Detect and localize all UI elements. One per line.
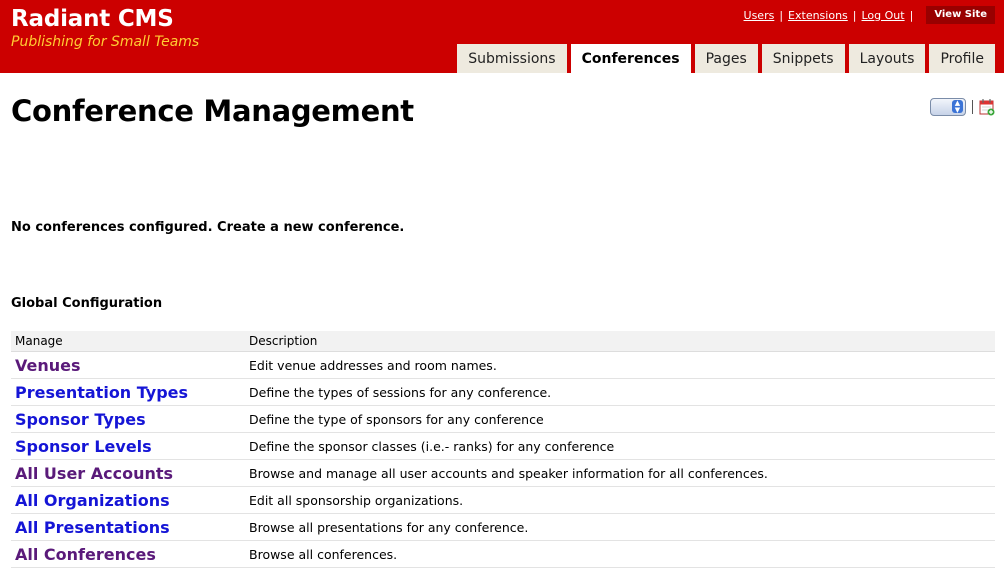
- sponsor-levels-link[interactable]: Sponsor Levels: [15, 437, 152, 456]
- table-row: All User Accounts Browse and manage all …: [11, 459, 995, 487]
- row-description: Define the type of sponsors for any conf…: [245, 405, 995, 433]
- logout-link[interactable]: Log Out: [862, 9, 905, 22]
- all-presentations-link[interactable]: All Presentations: [15, 518, 170, 537]
- tab-label: Pages: [705, 50, 747, 67]
- tab-label: Snippets: [772, 50, 834, 67]
- column-header-manage: Manage: [11, 331, 245, 352]
- all-user-accounts-link[interactable]: All User Accounts: [15, 464, 173, 483]
- tab-label: Layouts: [859, 50, 915, 67]
- tab-label: Submissions: [468, 50, 556, 67]
- calendar-add-icon[interactable]: [979, 98, 995, 116]
- table-row: Presentation Types Define the types of s…: [11, 378, 995, 406]
- divider: [972, 100, 973, 114]
- separator: |: [852, 8, 857, 22]
- config-table: Manage Description Venues Edit venue add…: [11, 331, 995, 568]
- all-conferences-link[interactable]: All Conferences: [15, 545, 156, 564]
- page-title: Conference Management: [11, 94, 414, 128]
- table-row: All Presentations Browse all presentatio…: [11, 513, 995, 541]
- table-row: All Conferences Browse all conferences.: [11, 540, 995, 568]
- sponsor-types-link[interactable]: Sponsor Types: [15, 410, 146, 429]
- tab-label: Conferences: [581, 50, 680, 67]
- view-site-button[interactable]: View Site: [926, 6, 995, 24]
- venues-link[interactable]: Venues: [15, 356, 81, 375]
- row-description: Browse all presentations for any confere…: [245, 513, 995, 541]
- tab-profile[interactable]: Profile: [929, 44, 995, 73]
- row-description: Browse all conferences.: [245, 540, 995, 568]
- tab-layouts[interactable]: Layouts: [848, 44, 926, 73]
- column-header-description: Description: [245, 331, 995, 352]
- section-title: Global Configuration: [11, 296, 163, 311]
- table-row: All Organizations Edit all sponsorship o…: [11, 486, 995, 514]
- row-description: Define the types of sessions for any con…: [245, 378, 995, 406]
- tab-pages[interactable]: Pages: [694, 44, 758, 73]
- row-description: Browse and manage all user accounts and …: [245, 459, 995, 487]
- table-row: Venues Edit venue addresses and room nam…: [11, 351, 995, 379]
- header: Radiant CMS Publishing for Small Teams U…: [0, 0, 1004, 73]
- no-conferences-notice: No conferences configured. Create a new …: [11, 220, 405, 235]
- presentation-types-link[interactable]: Presentation Types: [15, 383, 188, 402]
- table-header-row: Manage Description: [11, 331, 995, 352]
- table-row: Sponsor Types Define the type of sponsor…: [11, 405, 995, 433]
- users-link[interactable]: Users: [744, 9, 775, 22]
- table-row: Sponsor Levels Define the sponsor classe…: [11, 432, 995, 460]
- brand: Radiant CMS Publishing for Small Teams: [11, 5, 199, 51]
- title-tools: ▲ ▼: [930, 98, 995, 116]
- all-organizations-link[interactable]: All Organizations: [15, 491, 170, 510]
- extensions-link[interactable]: Extensions: [788, 9, 848, 22]
- app-subtitle: Publishing for Small Teams: [11, 34, 200, 50]
- separator: |: [909, 8, 914, 22]
- row-description: Edit venue addresses and room names.: [245, 351, 995, 379]
- row-description: Edit all sponsorship organizations.: [245, 486, 995, 514]
- top-links: Users | Extensions | Log Out | View Site: [744, 6, 995, 24]
- select-dropdown-icon[interactable]: ▲ ▼: [930, 98, 966, 116]
- app-title: Radiant CMS: [11, 6, 174, 32]
- tab-label: Profile: [940, 50, 984, 67]
- tab-snippets[interactable]: Snippets: [761, 44, 845, 73]
- tab-conferences[interactable]: Conferences: [570, 44, 691, 73]
- chevron-updown-icon: ▲ ▼: [952, 100, 963, 113]
- row-description: Define the sponsor classes (i.e.- ranks)…: [245, 432, 995, 460]
- separator: |: [779, 8, 784, 22]
- main-tabs: Submissions Conferences Pages Snippets L…: [457, 44, 995, 73]
- tab-submissions[interactable]: Submissions: [457, 44, 567, 73]
